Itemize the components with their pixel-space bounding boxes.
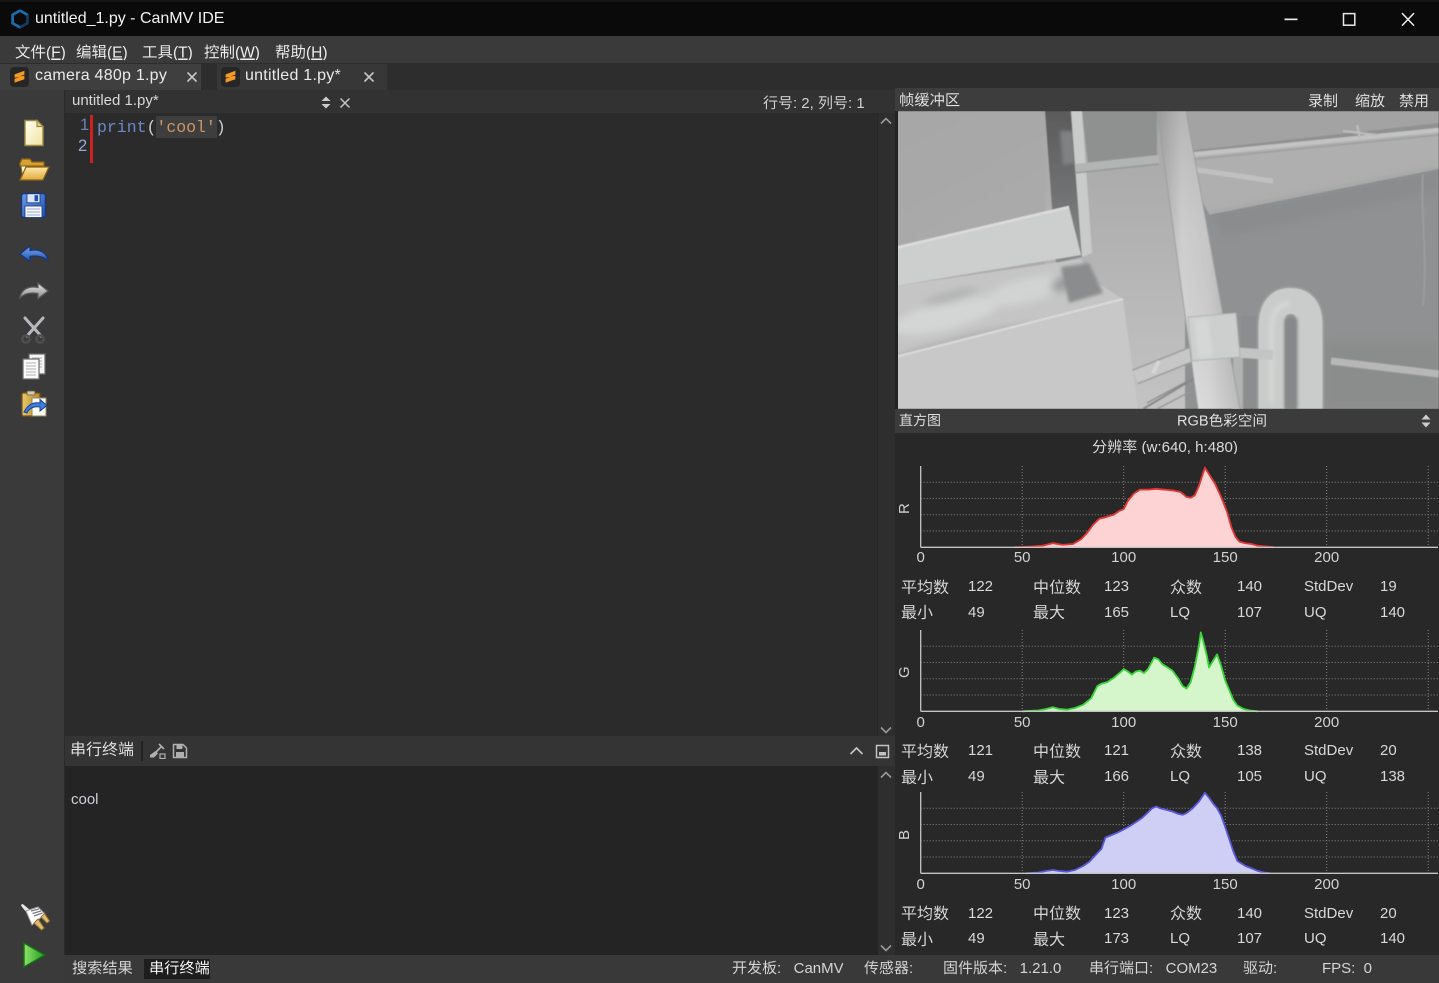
svg-text:(w:640, h:480): (w:640, h:480)	[1137, 439, 1238, 454]
svg-text:: 2,: : 2,	[793, 95, 818, 110]
svg-text:: COM23: : COM23	[1149, 960, 1217, 975]
svg-text:(H): (H)	[306, 45, 328, 60]
svg-text::: :	[1273, 960, 1277, 975]
svg-text:(E): (E)	[107, 45, 128, 60]
svg-text:RGB: RGB	[1177, 414, 1209, 428]
svg-text:: 1: : 1	[848, 95, 865, 110]
svg-text:(W): (W)	[235, 45, 260, 60]
svg-text:(F): (F)	[46, 45, 66, 60]
svg-text::: :	[909, 960, 913, 975]
svg-text:: 1.21.0: : 1.21.0	[1003, 960, 1061, 975]
svg-text:: CanMV: : CanMV	[777, 960, 844, 975]
svg-text:(T): (T)	[173, 45, 193, 60]
